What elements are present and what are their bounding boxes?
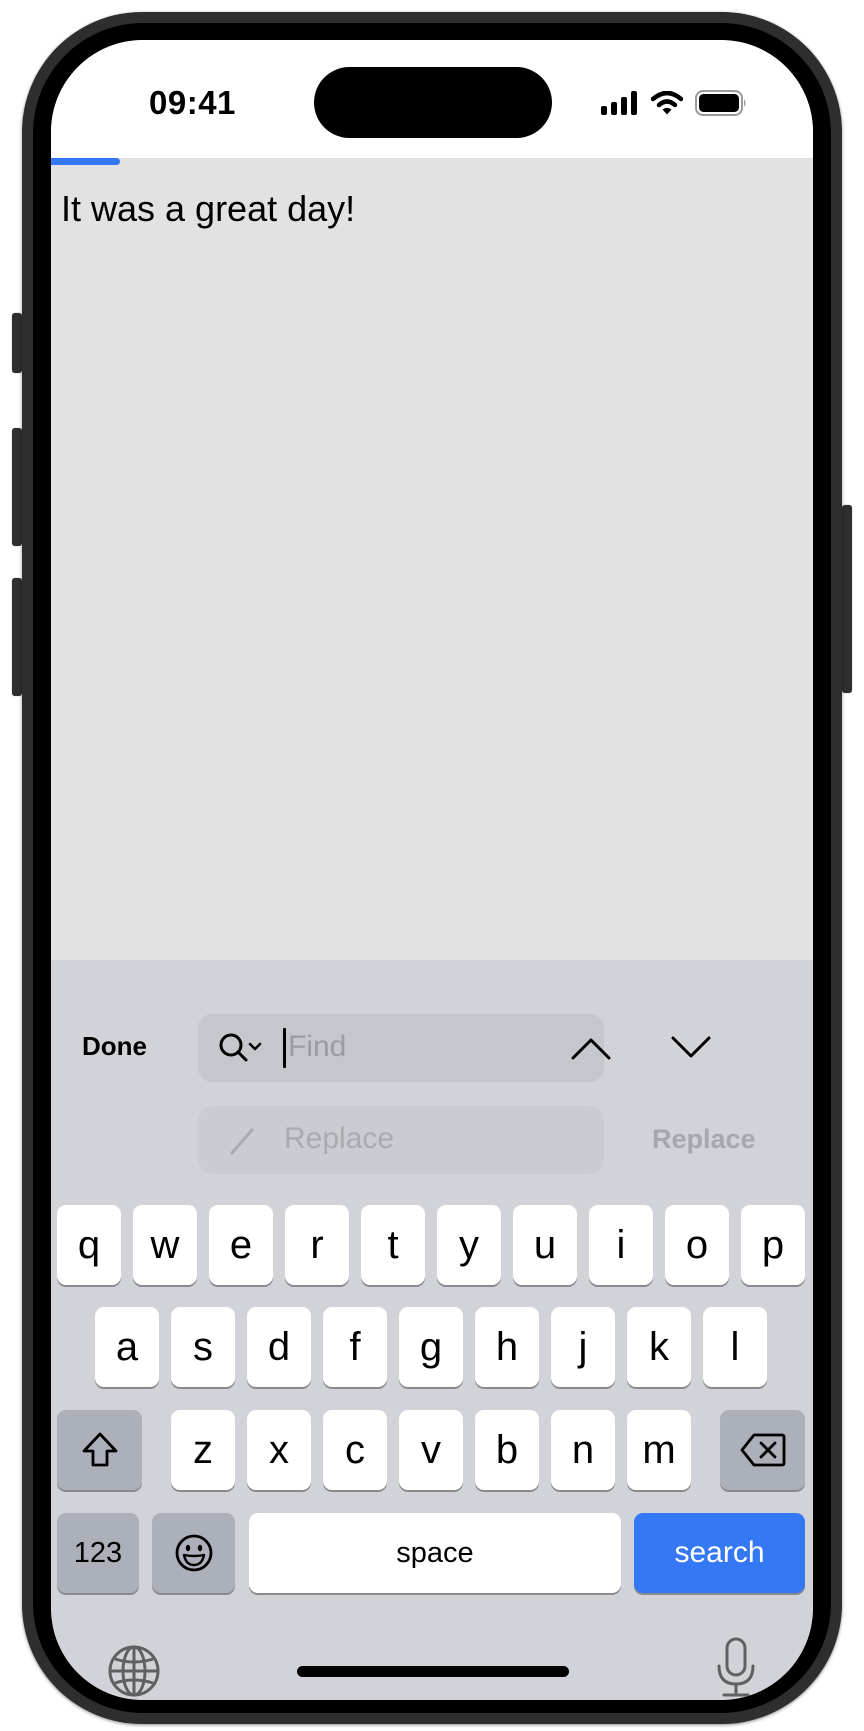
microphone-icon <box>717 1637 755 1697</box>
find-input[interactable]: Find <box>198 1014 604 1082</box>
previous-match-button[interactable] <box>569 1028 613 1068</box>
globe-icon <box>108 1645 160 1697</box>
key-d[interactable]: d <box>247 1307 311 1387</box>
status-time: 09:41 <box>149 84 236 121</box>
load-progress-bar <box>51 158 120 165</box>
key-e[interactable]: e <box>209 1205 273 1285</box>
key-h[interactable]: h <box>475 1307 539 1387</box>
pencil-icon <box>228 1126 258 1161</box>
chevron-up-icon <box>571 1038 611 1060</box>
key-n[interactable]: n <box>551 1410 615 1490</box>
shift-key[interactable] <box>57 1410 142 1490</box>
key-r[interactable]: r <box>285 1205 349 1285</box>
power-button[interactable] <box>842 505 852 693</box>
key-u[interactable]: u <box>513 1205 577 1285</box>
replace-placeholder: Replace <box>284 1122 395 1155</box>
key-j[interactable]: j <box>551 1307 615 1387</box>
key-t[interactable]: t <box>361 1205 425 1285</box>
key-o[interactable]: o <box>665 1205 729 1285</box>
emoji-key[interactable] <box>152 1513 235 1593</box>
battery-icon <box>695 90 746 116</box>
globe-button[interactable] <box>106 1643 162 1700</box>
dictation-button[interactable] <box>714 1636 758 1700</box>
key-b[interactable]: b <box>475 1410 539 1490</box>
search-key[interactable]: search <box>634 1513 805 1593</box>
status-bar: 09:41 <box>51 40 813 158</box>
text-caret <box>283 1028 286 1068</box>
home-indicator[interactable] <box>297 1666 569 1677</box>
status-icons <box>601 90 747 116</box>
dynamic-island <box>314 67 552 138</box>
key-w[interactable]: w <box>133 1205 197 1285</box>
key-s[interactable]: s <box>171 1307 235 1387</box>
keyboard-area: Done Find Replace Replace q w e r t y u … <box>51 960 813 1700</box>
key-y[interactable]: y <box>437 1205 501 1285</box>
next-match-button[interactable] <box>669 1028 713 1068</box>
shift-icon <box>82 1432 117 1467</box>
volume-down-button[interactable] <box>12 578 22 696</box>
wifi-icon <box>651 91 683 115</box>
screen: 09:41 It was a great day! Done Find Repl… <box>51 40 813 1700</box>
key-f[interactable]: f <box>323 1307 387 1387</box>
replace-input[interactable]: Replace <box>198 1106 604 1174</box>
volume-up-button[interactable] <box>12 428 22 546</box>
key-c[interactable]: c <box>323 1410 387 1490</box>
delete-key[interactable] <box>720 1410 805 1490</box>
chevron-down-icon <box>671 1036 711 1058</box>
done-button[interactable]: Done <box>82 1031 147 1062</box>
key-k[interactable]: k <box>627 1307 691 1387</box>
document-text[interactable]: It was a great day! <box>61 188 355 230</box>
key-m[interactable]: m <box>627 1410 691 1490</box>
space-key[interactable]: space <box>249 1513 621 1593</box>
key-x[interactable]: x <box>247 1410 311 1490</box>
emoji-icon <box>175 1534 212 1572</box>
numbers-key[interactable]: 123 <box>57 1513 139 1593</box>
action-button[interactable] <box>12 313 22 373</box>
search-options-icon[interactable] <box>218 1032 266 1069</box>
document-view[interactable]: It was a great day! <box>51 158 813 1000</box>
cellular-signal-icon <box>601 91 637 115</box>
key-l[interactable]: l <box>703 1307 767 1387</box>
key-p[interactable]: p <box>741 1205 805 1285</box>
replace-button[interactable]: Replace <box>652 1124 756 1155</box>
key-g[interactable]: g <box>399 1307 463 1387</box>
delete-icon <box>740 1433 785 1467</box>
key-i[interactable]: i <box>589 1205 653 1285</box>
key-v[interactable]: v <box>399 1410 463 1490</box>
key-z[interactable]: z <box>171 1410 235 1490</box>
key-q[interactable]: q <box>57 1205 121 1285</box>
find-placeholder: Find <box>288 1030 347 1063</box>
key-a[interactable]: a <box>95 1307 159 1387</box>
